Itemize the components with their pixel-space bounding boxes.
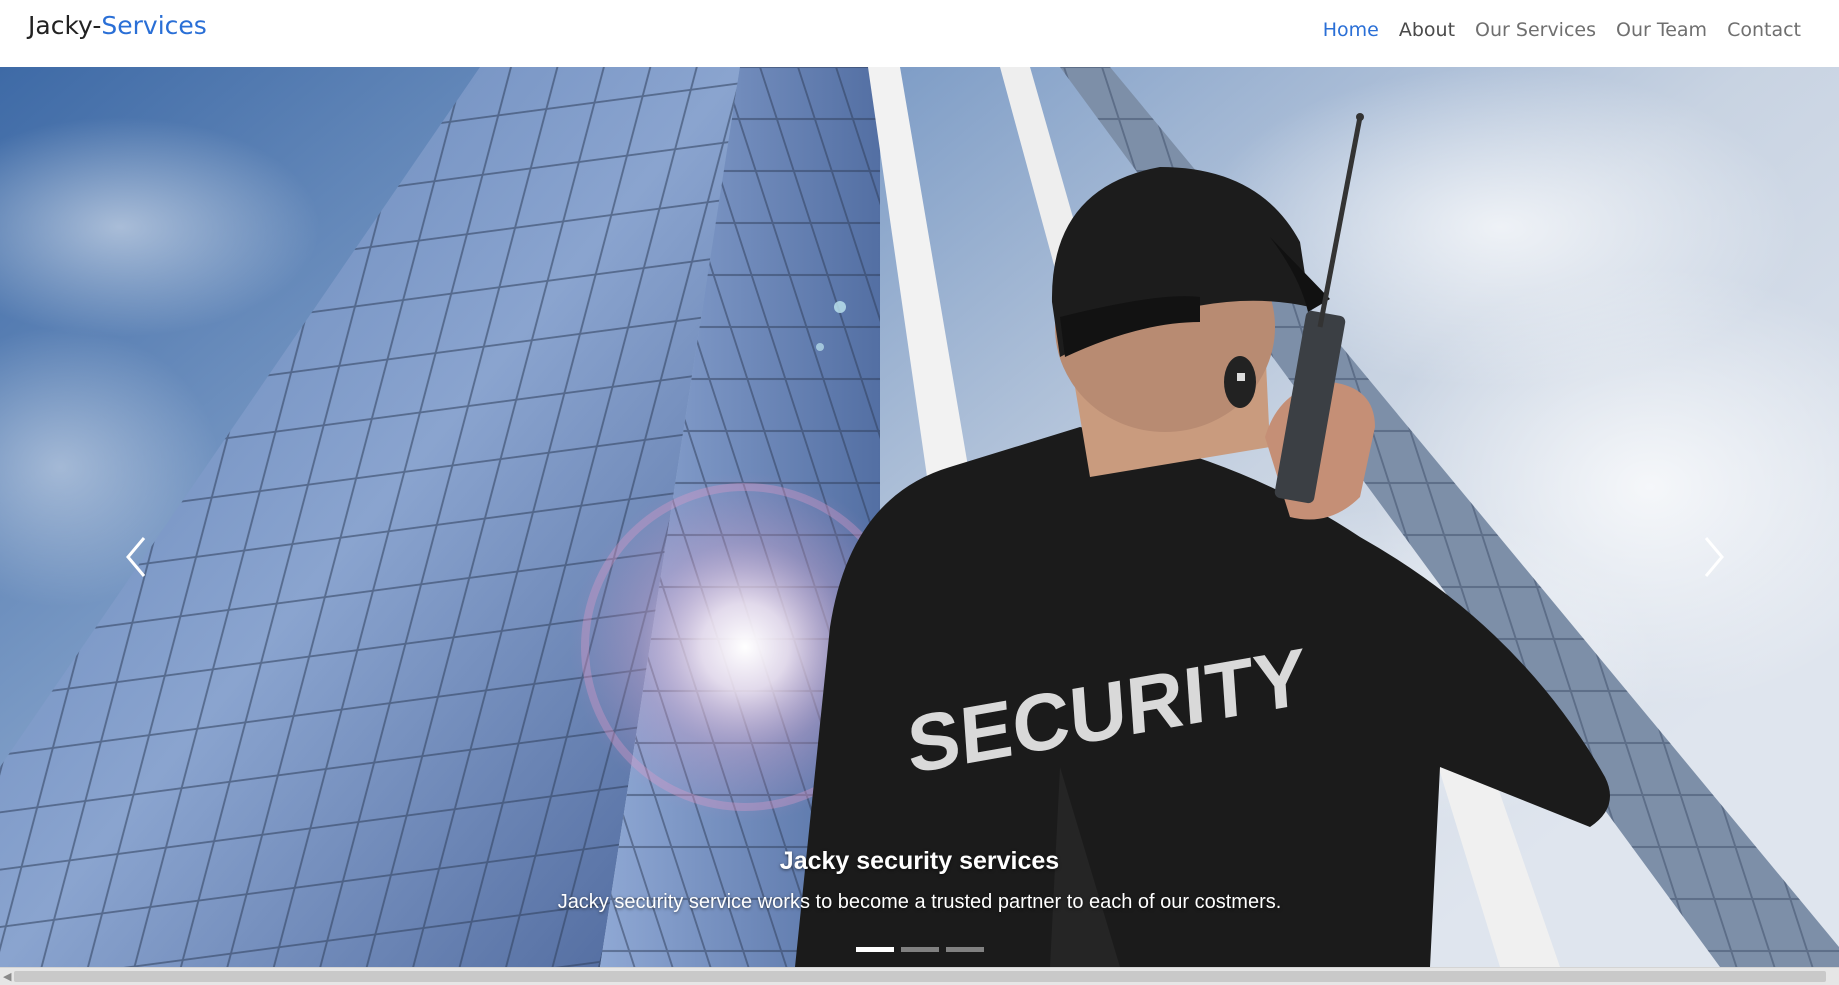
nav-link-about[interactable]: About bbox=[1389, 18, 1465, 42]
chevron-left-icon bbox=[126, 537, 146, 577]
hero-slide-image: SECURITY bbox=[0, 67, 1839, 967]
nav-link-our-services[interactable]: Our Services bbox=[1465, 18, 1606, 42]
nav-link-our-team[interactable]: Our Team bbox=[1606, 18, 1717, 42]
horizontal-scrollbar[interactable]: ◀ bbox=[0, 967, 1839, 985]
nav-link-home[interactable]: Home bbox=[1313, 18, 1389, 42]
scrollbar-thumb[interactable] bbox=[14, 971, 1826, 982]
carousel-indicator-1[interactable] bbox=[855, 947, 894, 952]
caption-title: Jacky security services bbox=[779, 847, 1060, 875]
carousel-indicator-3[interactable] bbox=[945, 947, 984, 952]
carousel-indicators bbox=[0, 947, 1839, 952]
nav-links: Home About Our Services Our Team Contact bbox=[1313, 18, 1811, 42]
carousel-indicator-2[interactable] bbox=[900, 947, 939, 952]
caption-text: Jacky security service works to become a… bbox=[557, 891, 1282, 913]
nav-link-contact[interactable]: Contact bbox=[1717, 18, 1811, 42]
navbar: Jacky-Services Home About Our Services O… bbox=[0, 0, 1839, 67]
brand-prefix: Jacky- bbox=[28, 11, 102, 40]
carousel-next-button[interactable] bbox=[1692, 522, 1732, 592]
brand-logo-link[interactable]: Jacky-Services bbox=[28, 10, 207, 42]
carousel-caption: Jacky security services Jacky security s… bbox=[0, 845, 1839, 915]
carousel-prev-button[interactable] bbox=[118, 522, 158, 592]
brand-accent: Services bbox=[101, 11, 207, 40]
chevron-right-icon bbox=[1704, 537, 1724, 577]
hero-carousel: SECURITY Jacky security services Jacky s… bbox=[0, 67, 1839, 967]
scroll-left-arrow-icon[interactable]: ◀ bbox=[3, 970, 11, 984]
